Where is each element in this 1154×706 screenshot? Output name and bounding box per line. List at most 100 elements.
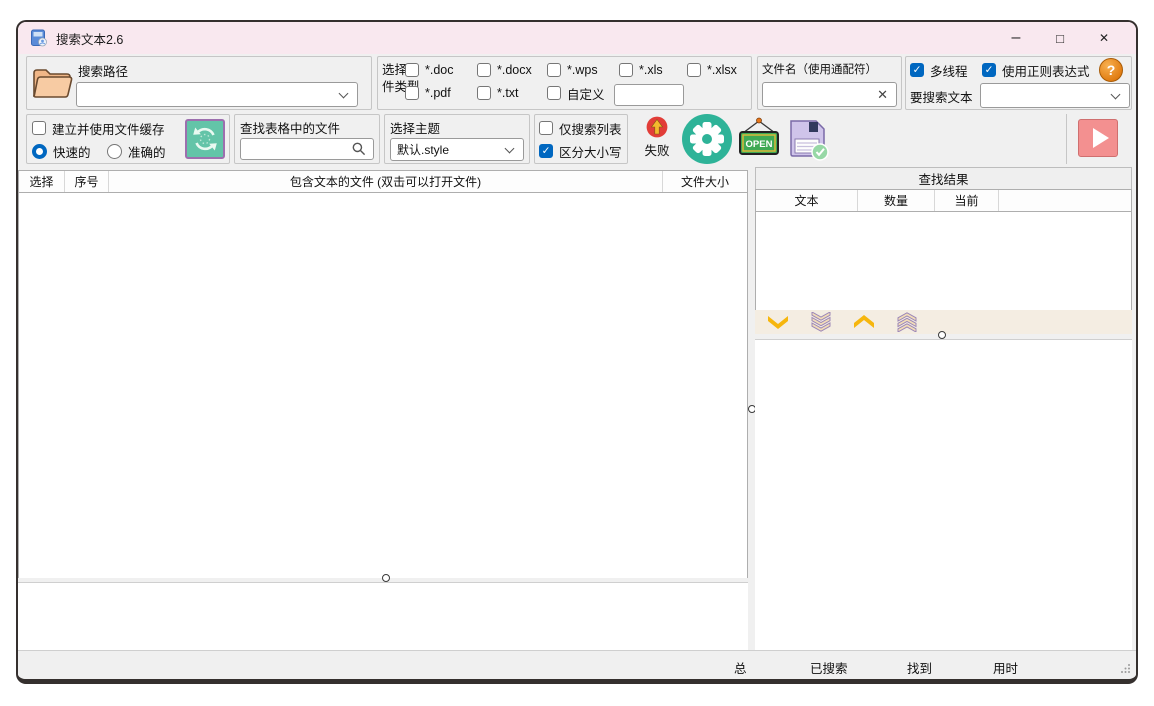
help-icon[interactable]: ? xyxy=(1099,58,1123,82)
radio-selected-icon xyxy=(32,144,47,159)
files-table-body[interactable] xyxy=(19,193,747,578)
chevron-down-icon xyxy=(766,314,790,330)
col-count[interactable]: 数量 xyxy=(858,190,935,211)
col-index[interactable]: 序号 xyxy=(65,171,109,192)
custom-filetype-input-wrap xyxy=(614,84,684,106)
files-table-header: 选择 序号 包含文本的文件 (双击可以打开文件) 文件大小 xyxy=(19,171,747,193)
toolbar-divider xyxy=(1066,114,1067,164)
checkbox-icon xyxy=(405,86,419,100)
minimize-button[interactable]: – xyxy=(994,23,1038,53)
next-result-button[interactable] xyxy=(766,312,790,332)
search-icon xyxy=(352,142,366,156)
folder-icon[interactable] xyxy=(30,62,74,104)
checkbox-icon xyxy=(477,63,491,77)
failed-icon xyxy=(646,116,668,138)
regex-checkbox[interactable]: 使用正则表达式 xyxy=(982,62,1090,78)
status-indicator: 失败 xyxy=(639,116,675,159)
files-table[interactable]: 选择 序号 包含文本的文件 (双击可以打开文件) 文件大小 xyxy=(18,170,748,578)
first-result-button[interactable] xyxy=(895,312,919,332)
status-indicator-label: 失败 xyxy=(644,140,669,159)
col-file[interactable]: 包含文本的文件 (双击可以打开文件) xyxy=(109,171,663,192)
find-in-table-label: 查找表格中的文件 xyxy=(240,118,340,137)
triple-chevron-up-icon xyxy=(895,312,919,332)
search-list-only-checkbox[interactable]: 仅搜索列表 xyxy=(539,120,622,136)
custom-filetype-input[interactable] xyxy=(615,88,683,102)
filetype-custom-checkbox[interactable]: 自定义 xyxy=(547,85,605,101)
checkbox-checked-icon xyxy=(539,144,553,158)
status-total-label: 总 xyxy=(734,658,747,677)
open-sign-label: OPEN xyxy=(746,139,773,150)
search-path-label: 搜索路径 xyxy=(78,61,128,80)
filetype-wps-checkbox[interactable]: *.wps xyxy=(547,62,598,78)
chevron-up-icon xyxy=(852,314,876,330)
save-button[interactable] xyxy=(784,115,830,161)
col-text[interactable]: 文本 xyxy=(756,190,858,211)
filetype-doc-checkbox[interactable]: *.doc xyxy=(405,62,454,78)
gear-icon xyxy=(687,119,727,159)
theme-value: 默认.style xyxy=(391,141,506,158)
filetype-txt-checkbox[interactable]: *.txt xyxy=(477,85,519,101)
chevron-down-icon xyxy=(339,88,349,98)
run-search-button[interactable] xyxy=(1078,119,1118,157)
theme-combobox[interactable]: 默认.style xyxy=(390,138,524,161)
checkbox-checked-icon xyxy=(910,63,924,77)
case-sensitive-checkbox[interactable]: 区分大小写 xyxy=(539,143,622,159)
status-found-label: 找到 xyxy=(907,658,932,677)
multithread-checkbox[interactable]: 多线程 xyxy=(910,62,968,78)
result-detail-panel[interactable] xyxy=(755,339,1132,651)
checkbox-icon xyxy=(687,63,701,77)
search-text-combobox[interactable] xyxy=(980,83,1130,108)
status-searched-label: 已搜索 xyxy=(810,658,848,677)
filename-label: 文件名（使用通配符） xyxy=(762,61,877,77)
checkbox-icon xyxy=(619,63,633,77)
maximize-button[interactable]: □ xyxy=(1038,23,1082,53)
filetype-xlsx-checkbox[interactable]: *.xlsx xyxy=(687,62,737,78)
results-title-label: 查找结果 xyxy=(918,169,968,188)
col-current[interactable]: 当前 xyxy=(935,190,999,211)
file-cache-checkbox[interactable]: 建立并使用文件缓存 xyxy=(32,120,165,136)
filetype-pdf-checkbox[interactable]: *.pdf xyxy=(405,85,451,101)
open-sign-icon: OPEN xyxy=(737,117,781,159)
window-title: 搜索文本2.6 xyxy=(56,29,123,48)
results-splitter-handle[interactable] xyxy=(938,331,946,339)
filetype-docx-checkbox[interactable]: *.docx xyxy=(477,62,532,78)
radio-icon xyxy=(107,144,122,159)
filetype-xls-checkbox[interactable]: *.xls xyxy=(619,62,663,78)
col-filesize[interactable]: 文件大小 xyxy=(663,171,747,192)
results-table[interactable]: 文本 数量 当前 xyxy=(755,189,1132,310)
app-window: 搜索文本2.6 – □ ✕ 搜索路径 选择文件类型 *.doc *.docx *… xyxy=(16,20,1138,684)
checkbox-icon xyxy=(477,86,491,100)
floppy-save-icon xyxy=(784,115,830,161)
find-in-table-input[interactable] xyxy=(241,142,352,156)
filename-input[interactable] xyxy=(763,88,877,102)
refresh-button[interactable] xyxy=(185,119,225,159)
status-time-label: 用时 xyxy=(993,658,1018,677)
close-button[interactable]: ✕ xyxy=(1082,23,1126,53)
search-path-combobox[interactable] xyxy=(76,82,358,107)
find-in-table-input-wrap xyxy=(240,138,374,160)
preview-panel[interactable] xyxy=(18,582,748,651)
checkbox-icon xyxy=(32,121,46,135)
chevron-down-icon xyxy=(1111,89,1121,99)
clear-icon[interactable]: ✕ xyxy=(877,87,888,103)
settings-button[interactable] xyxy=(682,114,732,164)
refresh-icon xyxy=(191,125,219,153)
results-panel-title: 查找结果 xyxy=(755,167,1132,190)
col-select[interactable]: 选择 xyxy=(19,171,65,192)
checkbox-icon xyxy=(547,86,561,100)
fast-radio[interactable]: 快速的 xyxy=(32,142,91,161)
checkbox-icon xyxy=(405,63,419,77)
last-result-button[interactable] xyxy=(809,312,833,332)
filename-input-wrap: ✕ xyxy=(762,82,897,107)
open-button[interactable]: OPEN xyxy=(737,117,781,159)
titlebar: 搜索文本2.6 – □ ✕ xyxy=(18,22,1136,54)
previous-result-button[interactable] xyxy=(852,312,876,332)
accurate-radio[interactable]: 准确的 xyxy=(107,142,166,161)
checkbox-icon xyxy=(547,63,561,77)
triple-chevron-down-icon xyxy=(809,312,833,332)
horizontal-splitter-handle[interactable] xyxy=(382,574,390,582)
search-text-label: 要搜索文本 xyxy=(910,87,973,106)
resize-grip-icon[interactable] xyxy=(1120,663,1131,674)
checkbox-checked-icon xyxy=(982,63,996,77)
results-table-body[interactable] xyxy=(756,212,1131,310)
